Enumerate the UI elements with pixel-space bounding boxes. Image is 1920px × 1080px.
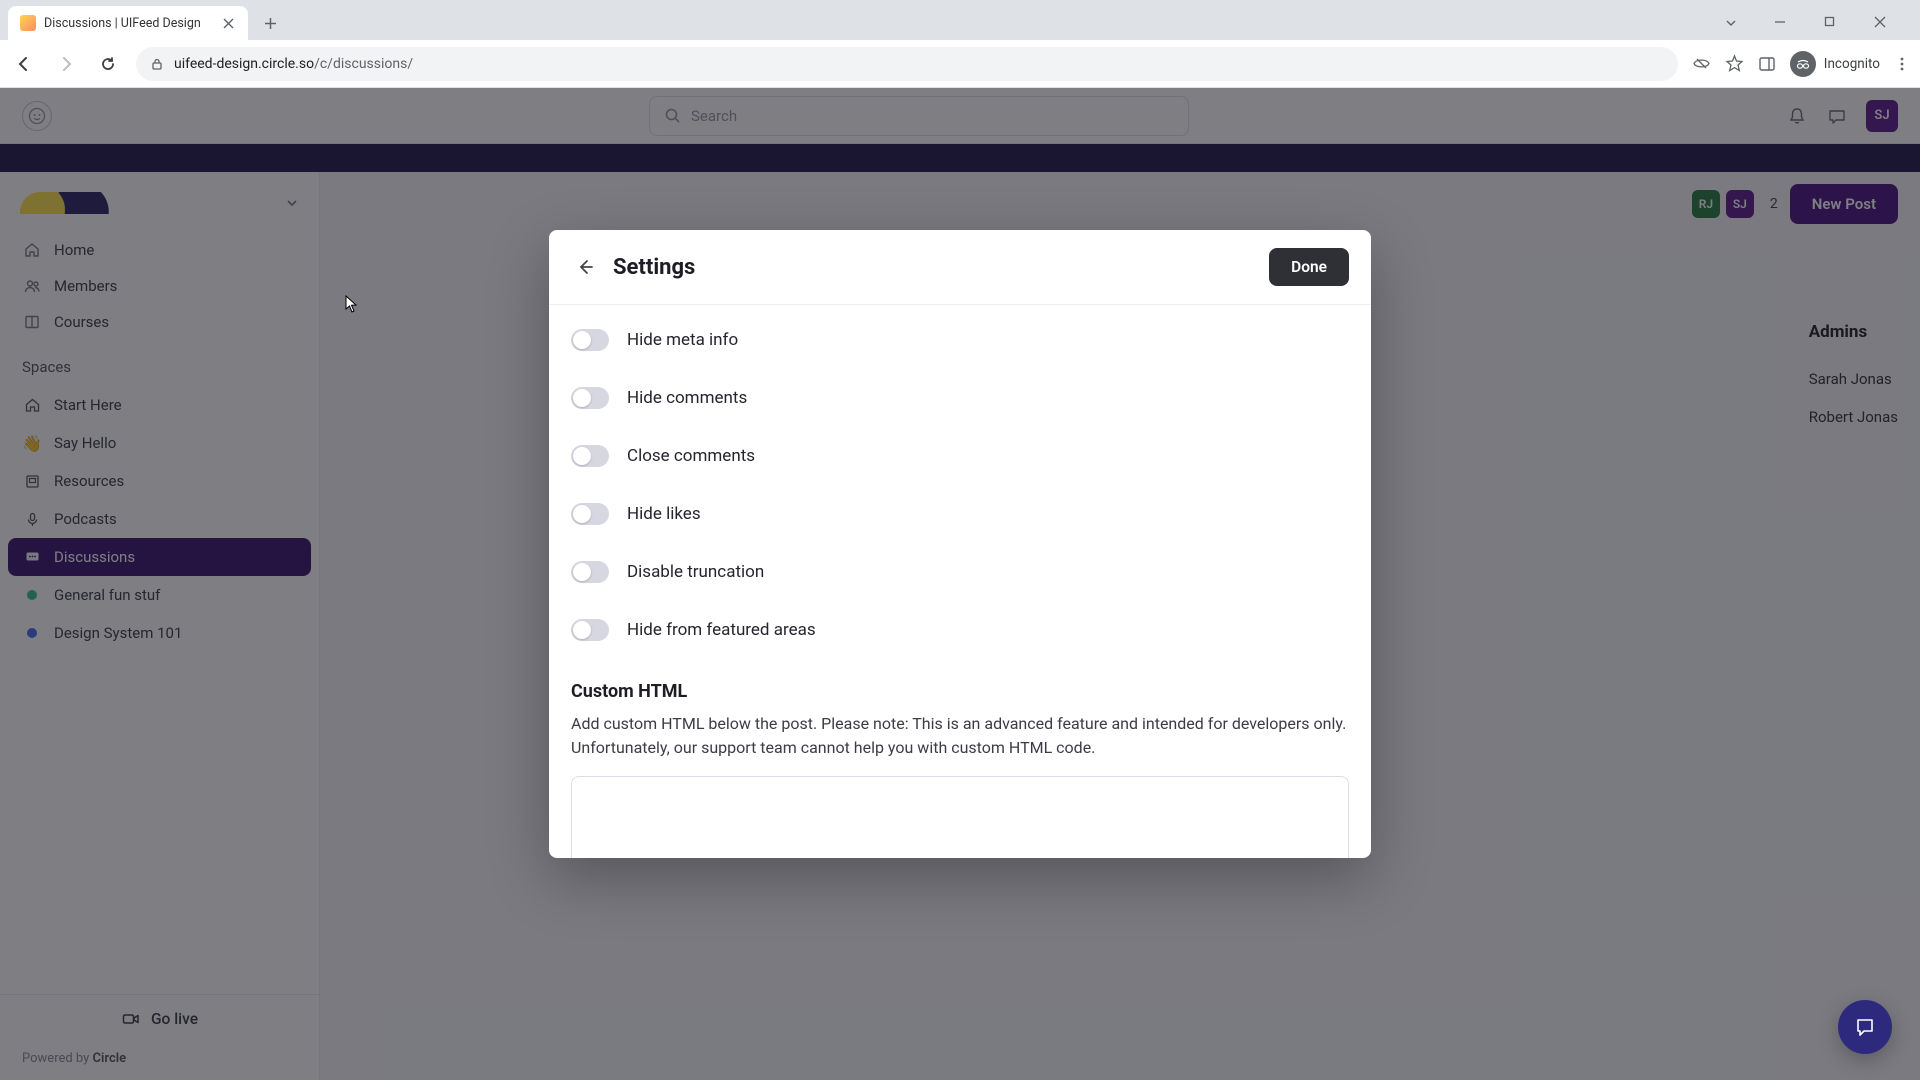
toggle-label: Disable truncation [627,562,764,582]
custom-html-description: Add custom HTML below the post. Please n… [571,712,1349,760]
incognito-indicator[interactable]: Incognito [1790,51,1880,77]
toggle-row-disable-truncation: Disable truncation [571,543,1349,601]
incognito-eye-icon[interactable] [1692,54,1711,73]
modal-back-button[interactable] [571,253,599,281]
window-close-button[interactable] [1874,16,1902,30]
toggle-row-hide-comments: Hide comments [571,369,1349,427]
toggle-switch[interactable] [571,561,609,583]
favicon-icon [20,15,36,31]
toggle-switch[interactable] [571,503,609,525]
lock-icon [150,57,164,71]
window-minimize-button[interactable] [1774,16,1802,30]
toolbar-actions: Incognito [1692,51,1910,77]
custom-html-section: Custom HTML Add custom HTML below the po… [571,681,1349,858]
toggle-switch[interactable] [571,387,609,409]
toggle-row-hide-likes: Hide likes [571,485,1349,543]
tab-close-button[interactable] [220,15,236,31]
browser-tab[interactable]: Discussions | UIFeed Design [8,6,248,40]
done-button[interactable]: Done [1269,248,1349,286]
bookmark-star-icon[interactable] [1725,54,1744,73]
window-controls [1724,16,1912,40]
side-panel-icon[interactable] [1758,55,1776,73]
nav-reload-button[interactable] [94,50,122,78]
help-fab-button[interactable] [1838,1000,1892,1054]
chevron-down-icon[interactable] [1724,16,1752,30]
incognito-avatar-icon [1790,51,1816,77]
toggle-label: Close comments [627,446,755,466]
toggle-switch[interactable] [571,329,609,351]
toggle-label: Hide from featured areas [627,620,816,640]
toggle-label: Hide likes [627,504,701,524]
modal-header: Settings Done [549,230,1371,305]
toggle-label: Hide comments [627,388,747,408]
toggle-row-hide-from-featured-areas: Hide from featured areas [571,601,1349,659]
address-bar[interactable]: uifeed-design.circle.so/c/discussions/ [136,47,1678,81]
modal-body[interactable]: Hide meta info Hide comments Close comment… [549,305,1371,858]
settings-modal: Settings Done Hide meta info Hide comment… [549,230,1371,858]
custom-html-textarea[interactable] [571,776,1349,858]
browser-window: Discussions | UIFeed Design [0,0,1920,1080]
toggle-row-close-comments: Close comments [571,427,1349,485]
new-tab-button[interactable] [256,9,284,37]
url-text: uifeed-design.circle.so/c/discussions/ [174,56,413,72]
browser-menu-button[interactable] [1894,56,1910,72]
toggle-row-hide-meta-info: Hide meta info [571,311,1349,369]
browser-toolbar: uifeed-design.circle.so/c/discussions/ I… [0,40,1920,88]
toggle-label: Hide meta info [627,330,738,350]
tab-title: Discussions | UIFeed Design [44,16,212,31]
custom-html-title: Custom HTML [571,681,1349,702]
browser-titlebar: Discussions | UIFeed Design [0,0,1920,40]
window-maximize-button[interactable] [1824,16,1852,30]
toggle-switch[interactable] [571,619,609,641]
modal-title: Settings [613,255,695,280]
app-root: Search SJ HomeMembersCourses Spaces Star… [0,88,1920,1080]
nav-forward-button[interactable] [52,50,80,78]
toggle-switch[interactable] [571,445,609,467]
nav-back-button[interactable] [10,50,38,78]
